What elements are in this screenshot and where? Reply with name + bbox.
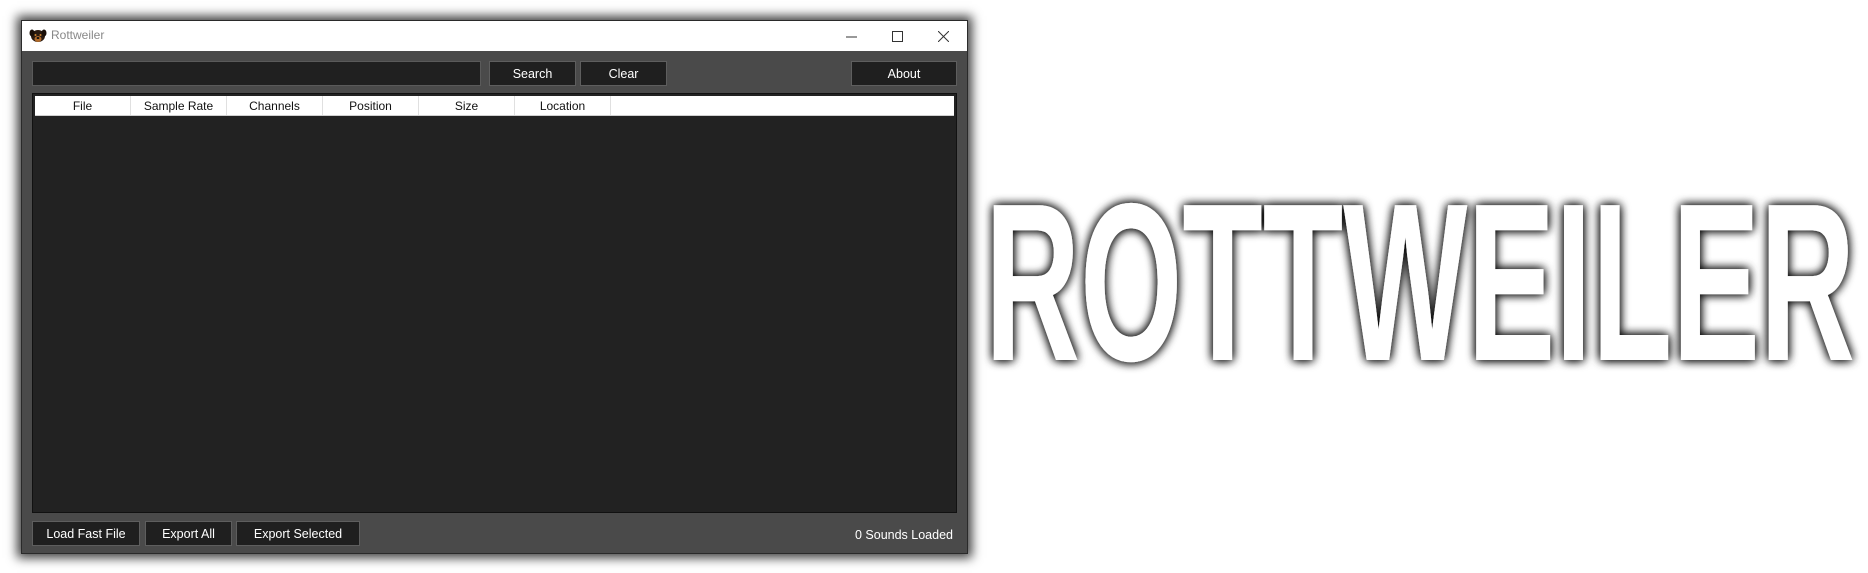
title-bar[interactable]: Rottweiler: [22, 21, 967, 51]
logo-text: ROTTWEILER: [985, 165, 1855, 395]
minimize-button[interactable]: [828, 21, 874, 51]
maximize-icon: [891, 30, 903, 42]
search-input[interactable]: [32, 61, 481, 86]
column-header-channels[interactable]: Channels: [227, 96, 323, 115]
export-selected-button[interactable]: Export Selected: [236, 521, 360, 546]
minimize-icon: [845, 36, 857, 37]
load-fast-file-button[interactable]: Load Fast File: [32, 521, 140, 546]
about-button[interactable]: About: [851, 61, 957, 86]
clear-button[interactable]: Clear: [580, 61, 667, 86]
column-header-location[interactable]: Location: [515, 96, 611, 115]
rottweiler-logo: ROTTWEILER: [985, 165, 1855, 395]
column-header-file[interactable]: File: [35, 96, 131, 115]
sounds-loaded-status: 0 Sounds Loaded: [854, 528, 953, 542]
column-header-size[interactable]: Size: [419, 96, 515, 115]
sounds-table[interactable]: File Sample Rate Channels Position Size …: [32, 93, 957, 513]
column-header-position[interactable]: Position: [323, 96, 419, 115]
app-window: Rottweiler Search Clear About File Sampl…: [21, 20, 968, 554]
close-button[interactable]: [920, 21, 966, 51]
bottom-bar: Load Fast File Export All Export Selecte…: [22, 515, 967, 553]
close-icon: [937, 30, 949, 42]
toolbar: Search Clear About: [22, 51, 967, 93]
export-all-button[interactable]: Export All: [145, 521, 232, 546]
column-header-sample-rate[interactable]: Sample Rate: [131, 96, 227, 115]
window-title: Rottweiler: [51, 28, 105, 42]
rottweiler-dog-icon: [29, 29, 47, 42]
search-button[interactable]: Search: [489, 61, 576, 86]
table-header: File Sample Rate Channels Position Size …: [35, 96, 954, 116]
maximize-button[interactable]: [874, 21, 920, 51]
